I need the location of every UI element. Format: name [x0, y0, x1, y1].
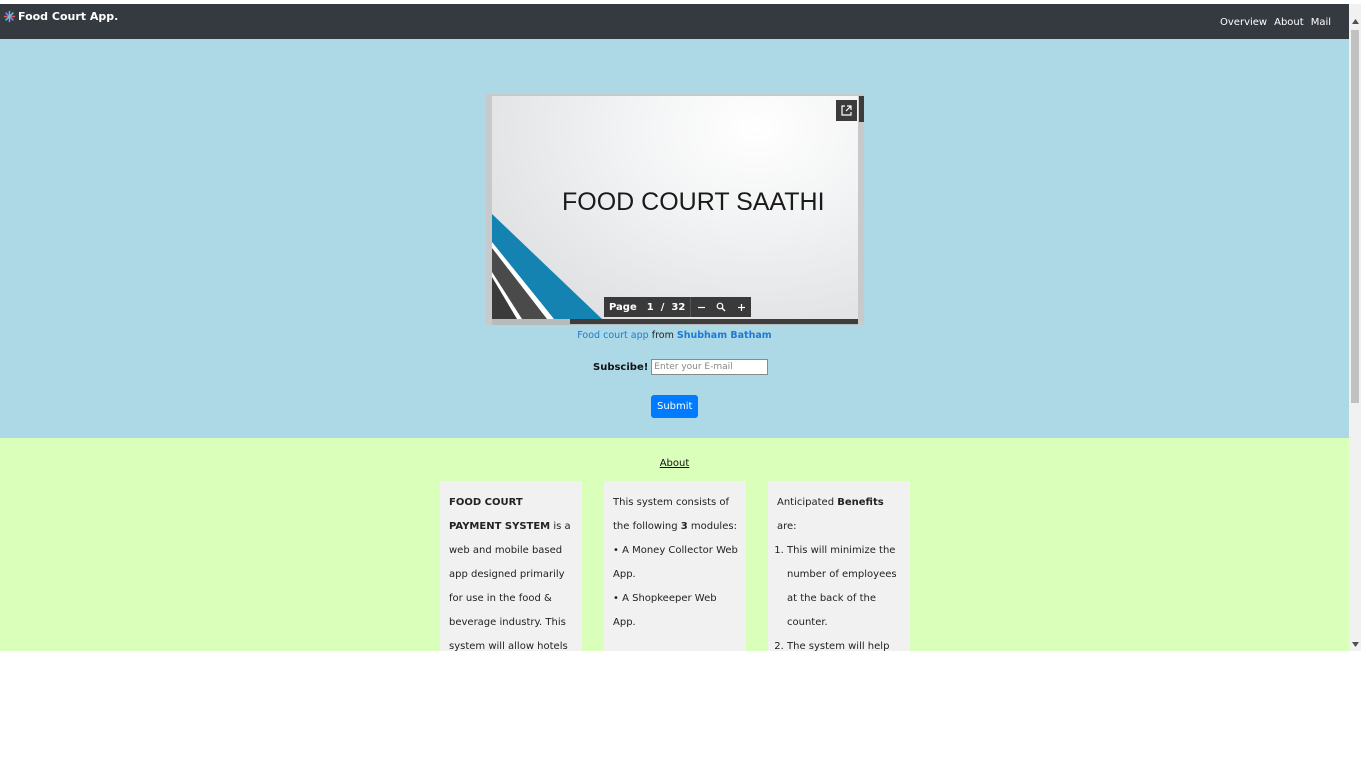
navbar: Food Court App. Overview About Mail [0, 4, 1349, 39]
slide-attribution: Food court app from Shubham Batham [0, 330, 1349, 341]
star-burst-icon [3, 10, 16, 23]
list-item: • A Money Collector Web App. [613, 545, 738, 580]
slide-progress-track [492, 319, 858, 325]
brand[interactable]: Food Court App. [3, 10, 118, 23]
attribution-from: from [651, 330, 674, 341]
slide-progress-bar [570, 319, 858, 324]
card-benefits-intro: Anticipated Benefits are: [777, 491, 902, 539]
page-viewport: Food Court App. Overview About Mail FOOD… [0, 0, 1366, 651]
current-page[interactable]: 1 [647, 302, 654, 313]
about-heading[interactable]: About [0, 458, 1349, 469]
benefits-list: This will minimize the number of employe… [777, 539, 902, 651]
list-item: The system will help [787, 635, 902, 651]
total-pages: 32 [671, 301, 686, 313]
email-field[interactable] [651, 359, 769, 375]
card-benefits-intro-post: are: [777, 521, 797, 532]
scroll-thumb[interactable] [1351, 30, 1359, 403]
brand-title: Food Court App. [18, 10, 119, 23]
card-modules-intro-post: modules: [687, 521, 737, 532]
card-benefits-intro-pre: Anticipated [777, 497, 838, 508]
scroll-up-arrow[interactable] [1349, 16, 1361, 26]
vertical-scrollbar[interactable] [1349, 4, 1361, 651]
slide-title: FOOD COURT SAATHI [562, 188, 825, 216]
about-card-intro: FOOD COURT PAYMENT SYSTEM is a web and m… [440, 481, 582, 651]
nav-link-mail[interactable]: Mail [1311, 17, 1331, 28]
module-count: 3 [680, 521, 688, 532]
triangle-down-icon [1351, 641, 1359, 647]
about-card-benefits: Anticipated Benefits are: This will mini… [768, 481, 910, 651]
blank-area [0, 651, 1366, 768]
card-intro-body: is a web and mobile based app designed p… [449, 521, 571, 651]
author-link[interactable]: Shubham Batham [677, 330, 772, 341]
hero-section: FOOD COURT SAATHI Page 1 / 32 Food court… [0, 39, 1349, 438]
page-toolbar: Page 1 / 32 [604, 297, 752, 317]
popout-button[interactable] [836, 100, 857, 121]
magnifier-icon [716, 302, 726, 312]
card-intro-bold: FOOD COURT PAYMENT SYSTEM [449, 497, 551, 532]
page-separator: / [660, 301, 665, 313]
plus-icon [737, 303, 745, 311]
scroll-down-arrow[interactable] [1349, 639, 1361, 649]
zoom-reset-button[interactable] [711, 297, 731, 317]
triangle-up-icon [1351, 18, 1359, 24]
benefits-bold: Benefits [837, 497, 884, 508]
nav-link-about[interactable]: About [1274, 17, 1304, 28]
list-item: • A Shopkeeper Web App. [613, 593, 717, 628]
subscribe-form: Subscibe! [593, 359, 769, 375]
about-section: About FOOD COURT PAYMENT SYSTEM is a web… [0, 438, 1349, 651]
subscribe-label: Subscibe! [593, 361, 649, 373]
slide-canvas: FOOD COURT SAATHI [492, 96, 858, 319]
nav-link-overview[interactable]: Overview [1220, 17, 1267, 28]
nav-links: Overview About Mail [1220, 17, 1331, 28]
page-label: Page [609, 301, 637, 313]
list-item: This will minimize the number of employe… [787, 539, 902, 635]
slide-side-bar [859, 96, 864, 122]
zoom-in-button[interactable] [731, 297, 751, 317]
about-card-modules: This system consists of the following 3 … [604, 481, 746, 651]
slide-embed[interactable]: FOOD COURT SAATHI Page 1 / 32 [486, 94, 864, 325]
card-intro-text: FOOD COURT PAYMENT SYSTEM is a web and m… [449, 491, 574, 651]
page-indicator: Page 1 / 32 [604, 297, 690, 317]
card-modules-intro: This system consists of the following 3 … [613, 491, 738, 539]
slide-link[interactable]: Food court app [577, 330, 648, 341]
zoom-out-button[interactable] [691, 297, 711, 317]
submit-button[interactable]: Submit [651, 395, 698, 418]
external-link-icon [841, 105, 852, 116]
minus-icon [697, 306, 705, 308]
